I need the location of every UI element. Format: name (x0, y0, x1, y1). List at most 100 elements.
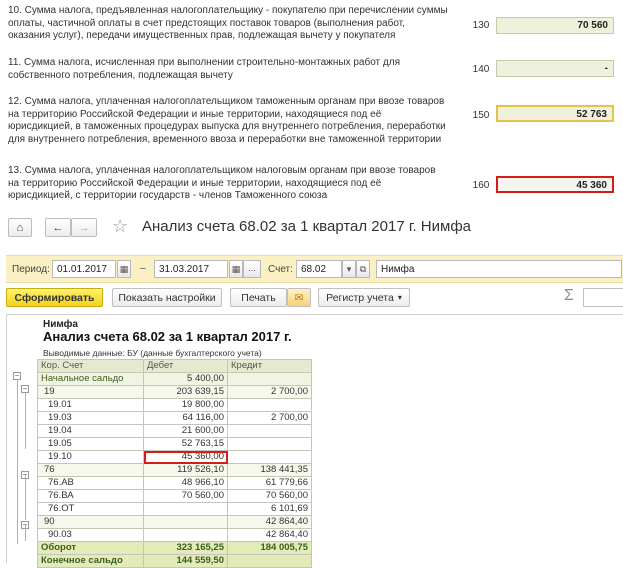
cell-account[interactable]: 76 (37, 463, 144, 477)
account-open-button[interactable]: ⧉ (356, 260, 370, 278)
cell-debit[interactable]: 203 639,15 (143, 385, 228, 399)
cell-account[interactable]: Конечное сальдо (37, 554, 144, 568)
table-row[interactable]: 76 119 526,10 138 441,35 (37, 463, 312, 477)
decl-line-130-text: 10. Сумма налога, предъявленная налогопл… (8, 5, 448, 41)
sum-field[interactable] (583, 288, 623, 307)
cell-account[interactable]: 19.05 (37, 437, 144, 451)
report-title: Анализ счета 68.02 за 1 квартал 2017 г. (43, 329, 292, 344)
table-row[interactable]: 76.АВ 48 966,10 61 779,66 (37, 476, 312, 490)
table-row[interactable]: 76.ОТ 6 101,69 (37, 502, 312, 516)
period-to-input[interactable]: 31.03.2017 (154, 260, 228, 278)
decl-line-160-value[interactable]: 45 360 (496, 176, 614, 193)
table-row[interactable]: 19.10 45 360,00 (37, 450, 312, 464)
send-email-button[interactable]: ✉ (287, 288, 311, 307)
cell-credit[interactable] (227, 450, 312, 464)
table-row[interactable]: 19.03 64 116,00 2 700,00 (37, 411, 312, 425)
cell-debit[interactable] (143, 528, 228, 542)
report-table: Кор. Счет Дебет Кредит Начальное сальдо 5… (37, 359, 312, 568)
period-select-button[interactable]: ... (243, 260, 261, 278)
cell-account[interactable]: Начальное сальдо (37, 372, 144, 386)
cell-account[interactable]: Оборот (37, 541, 144, 555)
cell-debit[interactable]: 144 559,50 (143, 554, 228, 568)
cell-credit[interactable]: 42 864,40 (227, 528, 312, 542)
cell-credit[interactable]: 70 560,00 (227, 489, 312, 503)
sum-icon[interactable]: Σ (564, 287, 574, 305)
decl-line-130-value[interactable]: 70 560 (496, 17, 614, 34)
account-input[interactable]: 68.02 (296, 260, 342, 278)
cell-debit[interactable]: 48 966,10 (143, 476, 228, 490)
cell-account[interactable]: 76.ВА (37, 489, 144, 503)
table-row[interactable]: Конечное сальдо 144 559,50 (37, 554, 312, 568)
show-settings-button[interactable]: Показать настройки (112, 288, 222, 307)
account-dropdown-button[interactable]: ▾ (342, 260, 356, 278)
table-row[interactable]: 90 42 864,40 (37, 515, 312, 529)
home-button[interactable]: ⌂ (8, 218, 32, 237)
chevron-down-icon: ▾ (397, 293, 402, 302)
cell-credit[interactable]: 61 779,66 (227, 476, 312, 490)
table-row[interactable]: 90.03 42 864,40 (37, 528, 312, 542)
cell-debit[interactable]: 52 763,15 (143, 437, 228, 451)
collapse-toggle[interactable]: − (13, 372, 21, 380)
cell-debit[interactable]: 45 360,00 (143, 450, 228, 464)
cell-credit[interactable]: 184 005,75 (227, 541, 312, 555)
parameters-panel: Период: 01.01.2017 ▦ – 31.03.2017 ▦ ... … (6, 255, 623, 283)
forward-button[interactable]: → (71, 218, 97, 237)
cell-credit[interactable]: 42 864,40 (227, 515, 312, 529)
column-header-account: Кор. Счет (37, 359, 144, 373)
cell-account[interactable]: 76.АВ (37, 476, 144, 490)
cell-credit[interactable] (227, 554, 312, 568)
cell-account[interactable]: 19.10 (37, 450, 144, 464)
chevron-down-icon: ▾ (346, 264, 352, 274)
cell-account[interactable]: 19.03 (37, 411, 144, 425)
account-label: Счет: (268, 264, 293, 275)
cell-credit[interactable] (227, 424, 312, 438)
cell-credit[interactable] (227, 437, 312, 451)
cell-credit[interactable]: 6 101,69 (227, 502, 312, 516)
table-row[interactable]: 76.ВА 70 560,00 70 560,00 (37, 489, 312, 503)
cell-debit[interactable]: 70 560,00 (143, 489, 228, 503)
window-title: Анализ счета 68.02 за 1 квартал 2017 г. … (142, 218, 472, 235)
table-row[interactable]: 19.01 19 800,00 (37, 398, 312, 412)
favorite-star-icon[interactable]: ☆ (112, 216, 128, 237)
cell-account[interactable]: 19 (37, 385, 144, 399)
cell-debit[interactable]: 119 526,10 (143, 463, 228, 477)
cell-account[interactable]: 90.03 (37, 528, 144, 542)
cell-credit[interactable]: 2 700,00 (227, 411, 312, 425)
cell-credit[interactable]: 2 700,00 (227, 385, 312, 399)
organization-input[interactable]: Нимфа (376, 260, 622, 278)
cell-debit[interactable]: 64 116,00 (143, 411, 228, 425)
table-row[interactable]: Оборот 323 165,25 184 005,75 (37, 541, 312, 555)
accounting-register-button[interactable]: Регистр учета ▾ (318, 288, 410, 307)
period-dash: – (140, 263, 146, 274)
cell-account[interactable]: 19.01 (37, 398, 144, 412)
cell-debit[interactable]: 5 400,00 (143, 372, 228, 386)
cell-debit[interactable]: 19 800,00 (143, 398, 228, 412)
back-button[interactable]: ← (45, 218, 71, 237)
decl-line-140-value[interactable]: - (496, 60, 614, 77)
cell-credit[interactable] (227, 398, 312, 412)
calendar-from-button[interactable]: ▦ (117, 260, 131, 278)
collapse-toggle[interactable]: − (21, 385, 29, 393)
print-button[interactable]: Печать (230, 288, 287, 307)
cell-debit[interactable]: 323 165,25 (143, 541, 228, 555)
period-from-input[interactable]: 01.01.2017 (52, 260, 116, 278)
cell-account[interactable]: 90 (37, 515, 144, 529)
calendar-to-button[interactable]: ▦ (229, 260, 243, 278)
tree-gutter: − − − − (13, 359, 37, 559)
nav-bar: ⌂ ← → ☆ Анализ счета 68.02 за 1 квартал … (0, 208, 623, 246)
generate-button[interactable]: Сформировать (6, 288, 103, 307)
decl-line-150-value[interactable]: 52 763 (496, 105, 614, 122)
open-icon: ⧉ (359, 264, 367, 274)
cell-debit[interactable] (143, 515, 228, 529)
table-row[interactable]: 19.05 52 763,15 (37, 437, 312, 451)
cell-credit[interactable]: 138 441,35 (227, 463, 312, 477)
cell-account[interactable]: 76.ОТ (37, 502, 144, 516)
table-row[interactable]: 19.04 21 600,00 (37, 424, 312, 438)
column-header-debit: Дебет (143, 359, 228, 373)
cell-credit[interactable] (227, 372, 312, 386)
table-row[interactable]: 19 203 639,15 2 700,00 (37, 385, 312, 399)
table-row[interactable]: Начальное сальдо 5 400,00 (37, 372, 312, 386)
cell-account[interactable]: 19.04 (37, 424, 144, 438)
cell-debit[interactable]: 21 600,00 (143, 424, 228, 438)
cell-debit[interactable] (143, 502, 228, 516)
